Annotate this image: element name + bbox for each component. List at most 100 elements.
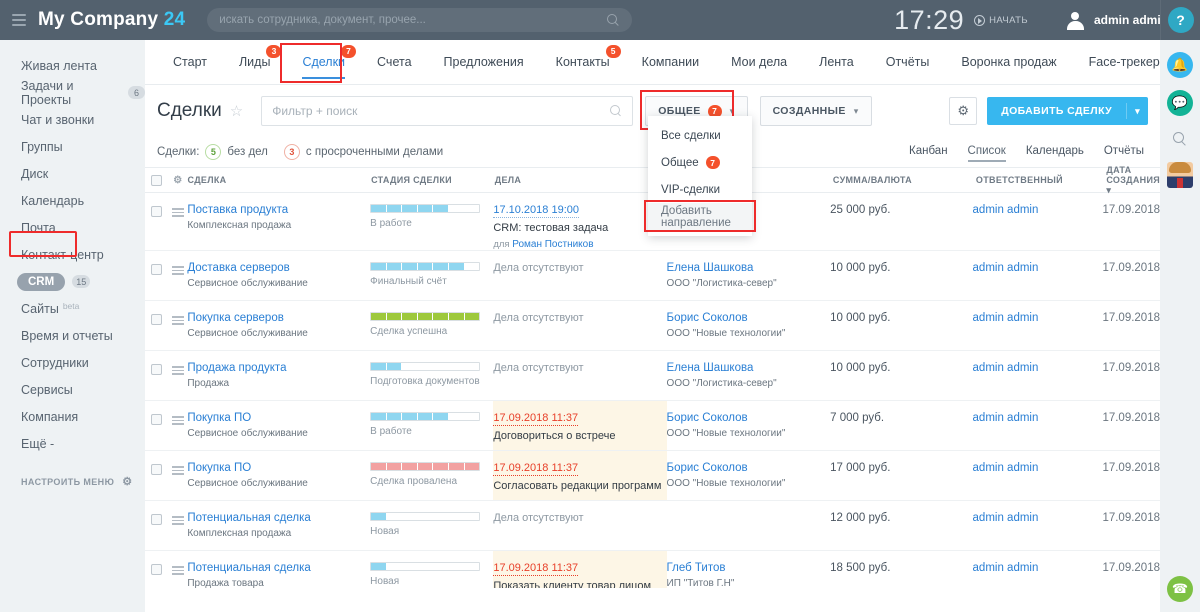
table-row[interactable]: Потенциальная сделкаКомплексная продажаН… <box>145 501 1160 551</box>
responsible-link[interactable]: admin admin <box>973 512 1039 524</box>
row-checkbox[interactable] <box>151 264 162 275</box>
sidebar-item-chat[interactable]: Чат и звонки <box>0 106 145 133</box>
column-settings-button[interactable]: ⚙ <box>168 175 187 186</box>
stage-progress-bar[interactable] <box>370 562 480 571</box>
tab-sales-funnel[interactable]: Воронка продаж <box>945 40 1072 85</box>
stage-progress-bar[interactable] <box>370 362 480 371</box>
task-title[interactable]: CRM: тестовая задача <box>493 222 666 235</box>
tab-feed[interactable]: Лента <box>803 40 870 85</box>
deal-link[interactable]: Потенциальная сделка <box>187 562 370 575</box>
global-search[interactable] <box>207 8 632 32</box>
row-actions-handle[interactable] <box>168 301 187 350</box>
view-tab-reports[interactable]: Отчёты <box>1104 145 1144 160</box>
table-row[interactable]: Покупка серверовСервисное обслуживаниеСд… <box>145 301 1160 351</box>
sidebar-item-mail[interactable]: Почта <box>0 214 145 241</box>
dropdown-item-all-deals[interactable]: Все сделки <box>648 122 752 149</box>
header-date[interactable]: ДАТА СОЗДАНИЯ ▾ <box>1106 165 1160 196</box>
avatar[interactable] <box>1167 162 1193 188</box>
stage-progress-bar[interactable] <box>370 462 480 471</box>
task-title[interactable]: Согласовать редакции программ <box>493 480 666 493</box>
responsible-link[interactable]: admin admin <box>973 562 1039 574</box>
header-sum[interactable]: СУММА/ВАЛЮТА <box>833 175 976 185</box>
task-assignee-name[interactable]: Роман Постников <box>512 239 593 250</box>
tab-invoices[interactable]: Счета <box>361 40 427 85</box>
sidebar-item-tasks[interactable]: Задачи и Проекты 6 <box>0 79 145 106</box>
client-link[interactable]: Борис Соколов <box>667 412 831 425</box>
sidebar-item-time-reports[interactable]: Время и отчеты <box>0 322 145 349</box>
client-link[interactable]: Елена Шашкова <box>667 262 831 275</box>
row-actions-handle[interactable] <box>168 551 187 588</box>
select-all-checkbox[interactable] <box>151 175 162 186</box>
view-tab-kanban[interactable]: Канбан <box>909 145 948 160</box>
app-logo[interactable]: My Company 24 <box>38 9 185 31</box>
sidebar-item-employees[interactable]: Сотрудники <box>0 349 145 376</box>
row-checkbox[interactable] <box>151 564 162 575</box>
start-workday-button[interactable]: НАЧАТЬ <box>974 15 1028 26</box>
deal-link[interactable]: Покупка ПО <box>187 412 370 425</box>
table-row[interactable]: Потенциальная сделкаПродажа товараНовая1… <box>145 551 1160 588</box>
sidebar-item-more[interactable]: Ещё - <box>0 430 145 457</box>
table-row[interactable]: Доставка серверовСервисное обслуживаниеФ… <box>145 251 1160 301</box>
responsible-link[interactable]: admin admin <box>973 462 1039 474</box>
client-link[interactable]: Борис Соколов <box>667 312 831 325</box>
header-responsible[interactable]: ОТВЕТСТВЕННЫЙ <box>976 175 1106 185</box>
row-checkbox[interactable] <box>151 314 162 325</box>
chevron-down-icon[interactable]: ▾ <box>1127 106 1148 117</box>
notifications-bell-icon[interactable]: 🔔 <box>1167 52 1193 78</box>
table-row[interactable]: Покупка ПОСервисное обслуживаниеСделка п… <box>145 451 1160 501</box>
stage-progress-bar[interactable] <box>370 262 480 271</box>
tab-start[interactable]: Старт <box>157 40 223 85</box>
dropdown-item-vip-deals[interactable]: VIP-сделки <box>648 176 752 203</box>
deal-link[interactable]: Продажа продукта <box>187 362 370 375</box>
sidebar-item-crm[interactable]: CRM 15 <box>0 268 145 295</box>
view-tab-calendar[interactable]: Календарь <box>1026 145 1084 160</box>
phone-call-icon[interactable]: ☎ <box>1167 576 1193 602</box>
tab-my-tasks[interactable]: Мои дела <box>715 40 803 85</box>
responsible-link[interactable]: admin admin <box>973 412 1039 424</box>
overdue-count-badge[interactable]: 3 <box>284 144 300 160</box>
table-row[interactable]: Продажа продуктаПродажаПодготовка докуме… <box>145 351 1160 401</box>
responsible-link[interactable]: admin admin <box>973 312 1039 324</box>
row-actions-handle[interactable] <box>168 401 187 450</box>
task-due-date[interactable]: 17.09.2018 11:37 <box>493 562 578 576</box>
responsible-link[interactable]: admin admin <box>973 262 1039 274</box>
sidebar-item-groups[interactable]: Группы <box>0 133 145 160</box>
sidebar-item-company[interactable]: Компания <box>0 403 145 430</box>
sidebar-item-calendar[interactable]: Календарь <box>0 187 145 214</box>
help-button[interactable]: ? <box>1168 7 1194 33</box>
row-checkbox[interactable] <box>151 464 162 475</box>
add-deal-button[interactable]: ДОБАВИТЬ СДЕЛКУ ▾ <box>987 97 1148 125</box>
client-link[interactable]: Борис Соколов <box>667 462 831 475</box>
search-icon[interactable] <box>1173 132 1187 146</box>
deal-link[interactable]: Поставка продукта <box>187 204 370 217</box>
deal-link[interactable]: Потенциальная сделка <box>187 512 370 525</box>
task-title[interactable]: Показать клиенту товар лицом <box>493 580 666 588</box>
favorite-star-icon[interactable]: ☆ <box>230 102 243 120</box>
dropdown-item-add-direction[interactable]: Добавить направление <box>648 203 752 230</box>
deal-link[interactable]: Покупка ПО <box>187 462 370 475</box>
settings-button[interactable]: ⚙ <box>949 97 977 125</box>
menu-toggle-icon[interactable] <box>12 11 26 29</box>
row-checkbox[interactable] <box>151 414 162 425</box>
filter-search-input[interactable] <box>272 104 610 118</box>
stage-progress-bar[interactable] <box>370 312 480 321</box>
stage-progress-bar[interactable] <box>370 512 480 521</box>
tab-leads[interactable]: Лиды3 <box>223 40 286 85</box>
chat-bubble-icon[interactable]: 💬 <box>1167 90 1193 116</box>
dropdown-item-common[interactable]: Общее 7 <box>648 149 752 176</box>
sidebar-item-disk[interactable]: Диск <box>0 160 145 187</box>
global-search-input[interactable] <box>219 14 607 26</box>
configure-menu-button[interactable]: НАСТРОИТЬ МЕНЮ ⚙ <box>0 475 145 488</box>
filter-search-box[interactable] <box>261 96 633 126</box>
row-actions-handle[interactable] <box>168 351 187 400</box>
task-due-date[interactable]: 17.09.2018 11:37 <box>493 412 578 426</box>
task-due-date[interactable]: 17.10.2018 19:00 <box>493 204 579 218</box>
row-actions-handle[interactable] <box>168 501 187 550</box>
sidebar-item-services[interactable]: Сервисы <box>0 376 145 403</box>
tab-reports[interactable]: Отчёты <box>870 40 946 85</box>
task-due-date[interactable]: 17.09.2018 11:37 <box>493 462 578 476</box>
header-tasks[interactable]: ДЕЛА <box>495 175 669 185</box>
row-checkbox[interactable] <box>151 206 162 217</box>
sidebar-item-contact-center[interactable]: Контакт-центр <box>0 241 145 268</box>
tab-deals[interactable]: Сделки7 <box>286 40 361 85</box>
